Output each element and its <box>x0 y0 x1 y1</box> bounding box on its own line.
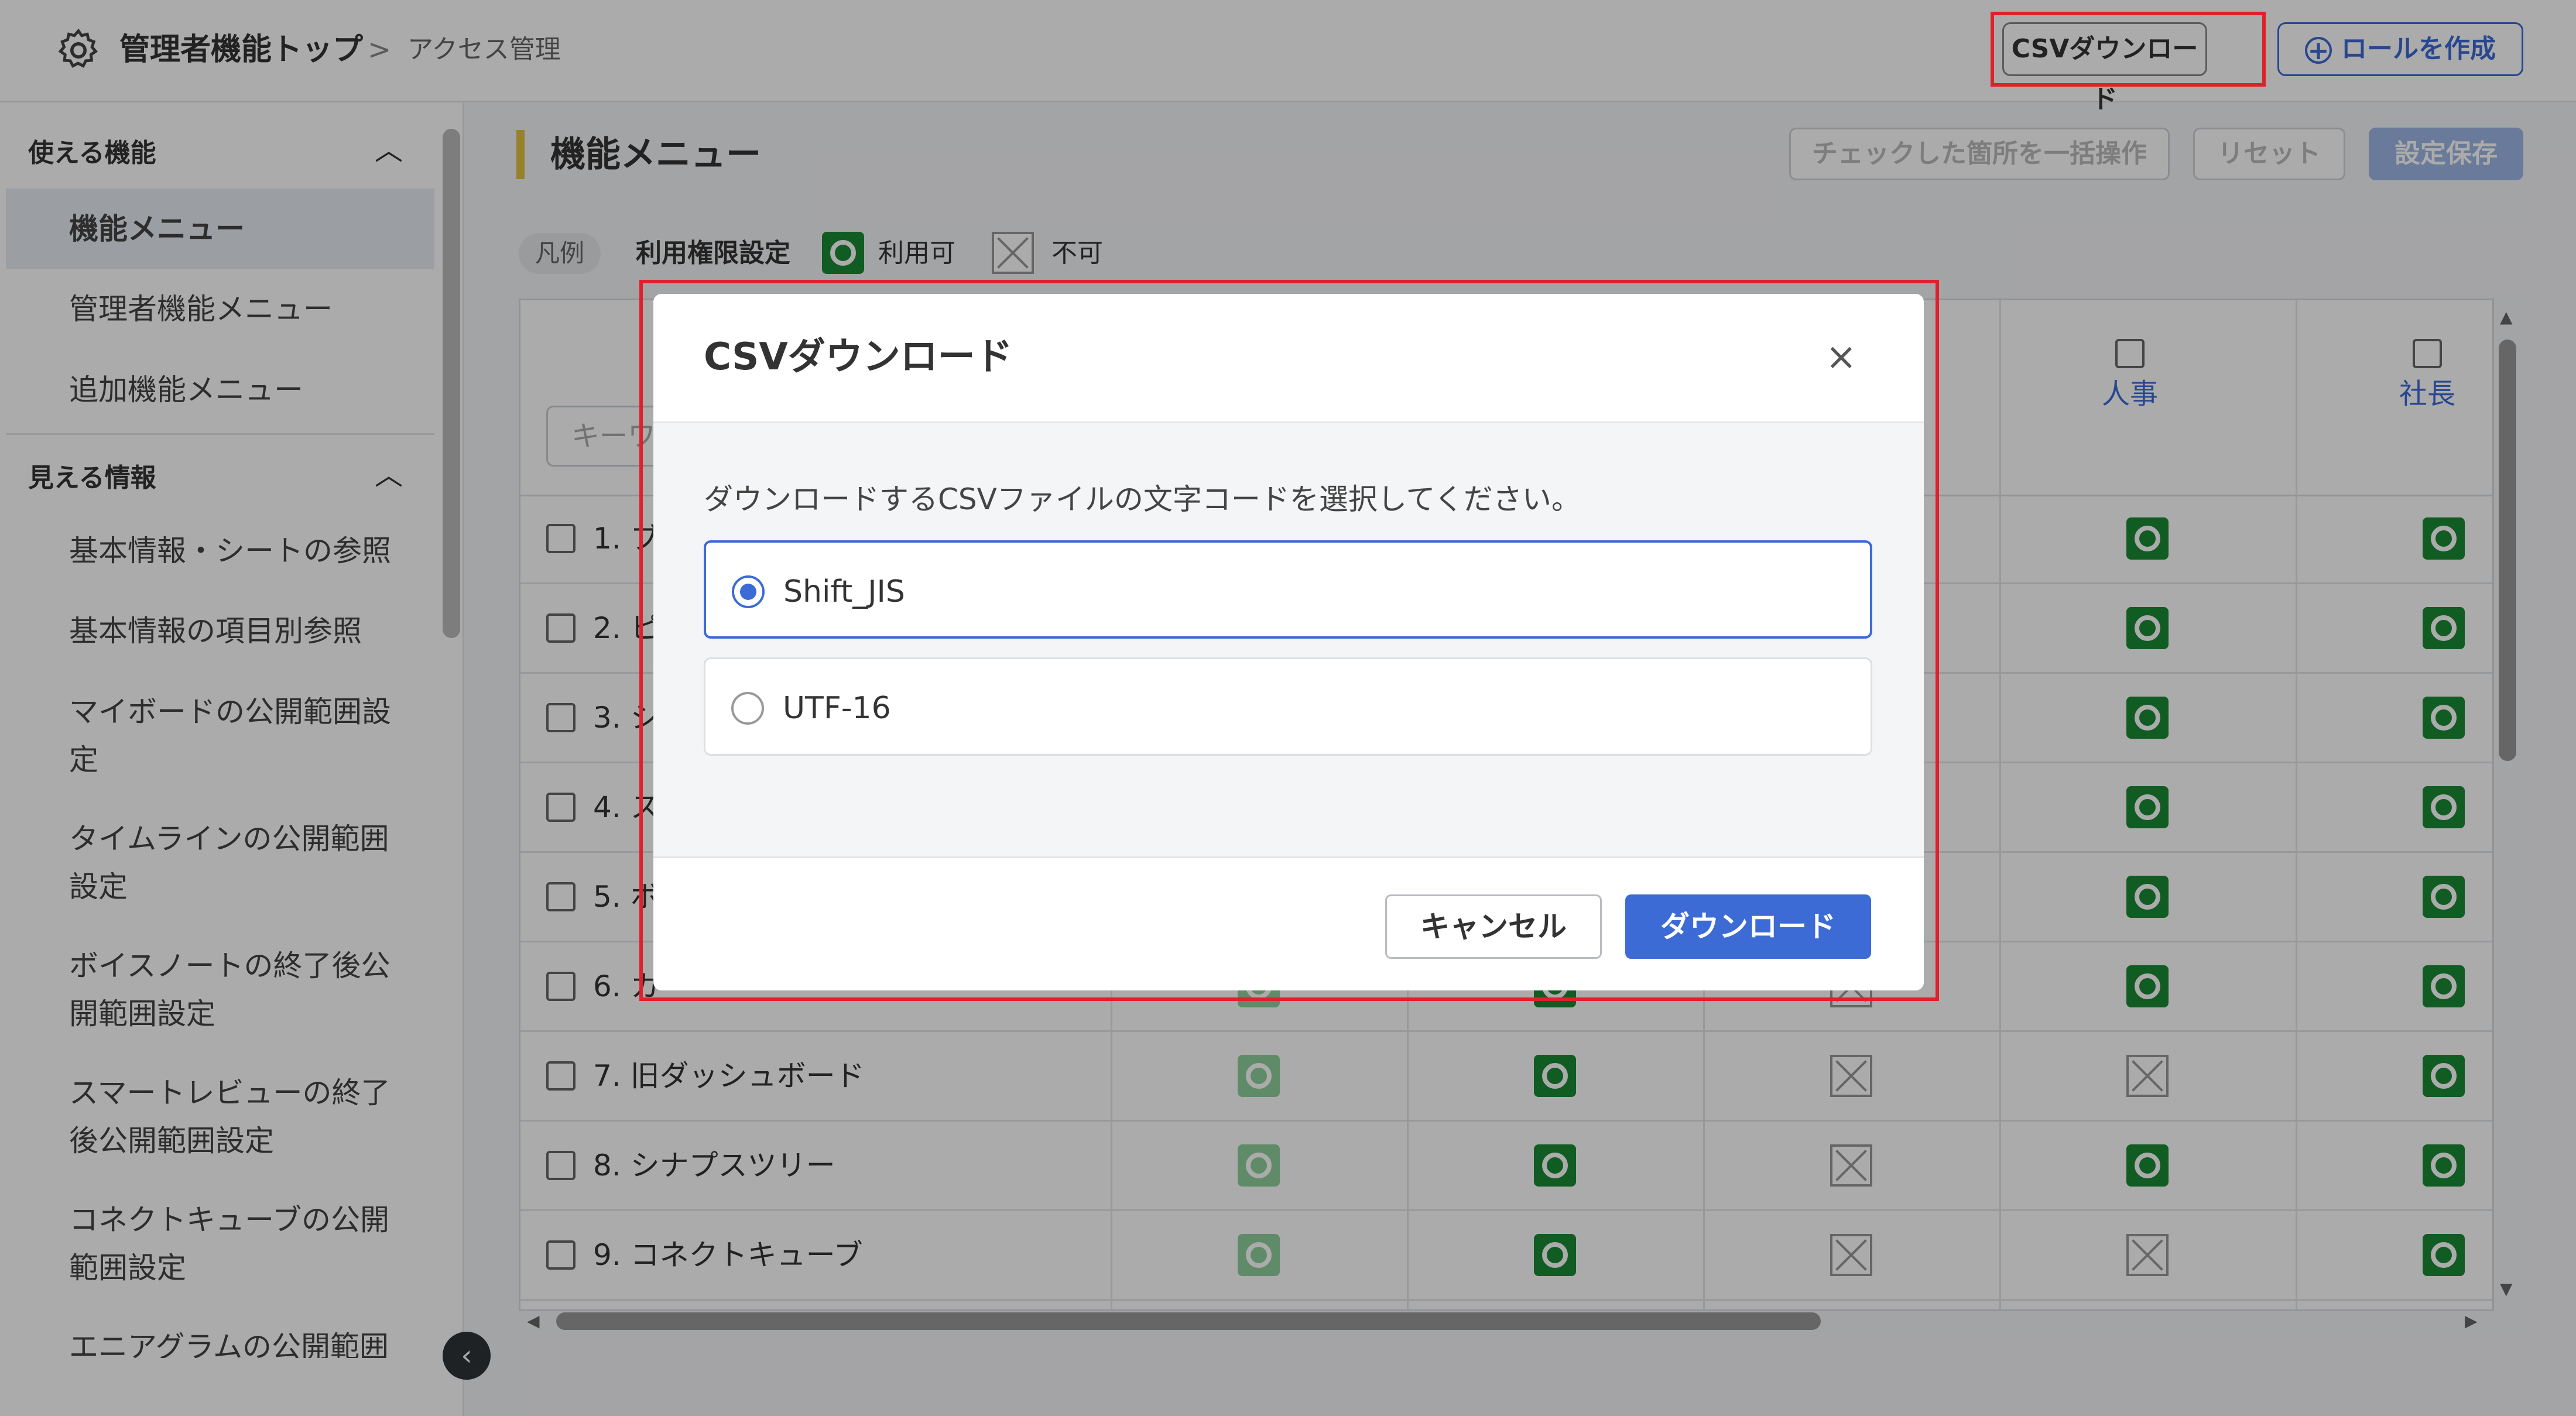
dialog-header: CSVダウンロード × <box>653 294 1924 423</box>
cancel-button[interactable]: キャンセル <box>1385 894 1602 959</box>
csv-download-dialog: CSVダウンロード × ダウンロードするCSVファイルの文字コードを選択してくだ… <box>653 294 1924 990</box>
encoding-option-shift-jis[interactable]: Shift_JIS <box>704 540 1872 639</box>
encoding-option-utf16[interactable]: UTF-16 <box>704 657 1872 756</box>
radio-unselected[interactable] <box>731 692 764 725</box>
option-label: UTF-16 <box>783 691 891 726</box>
dialog-title: CSVダウンロード <box>704 335 1013 379</box>
dialog-description: ダウンロードするCSVファイルの文字コードを選択してください。 <box>704 482 1581 516</box>
download-button[interactable]: ダウンロード <box>1625 894 1871 959</box>
dialog-footer: キャンセル ダウンロード <box>653 856 1924 990</box>
radio-selected[interactable] <box>732 575 765 608</box>
highlight-box <box>1991 12 2266 87</box>
close-icon[interactable]: × <box>1825 331 1857 383</box>
option-label: Shift_JIS <box>783 574 905 609</box>
dialog-body: ダウンロードするCSVファイルの文字コードを選択してください。 Shift_JI… <box>653 423 1924 856</box>
